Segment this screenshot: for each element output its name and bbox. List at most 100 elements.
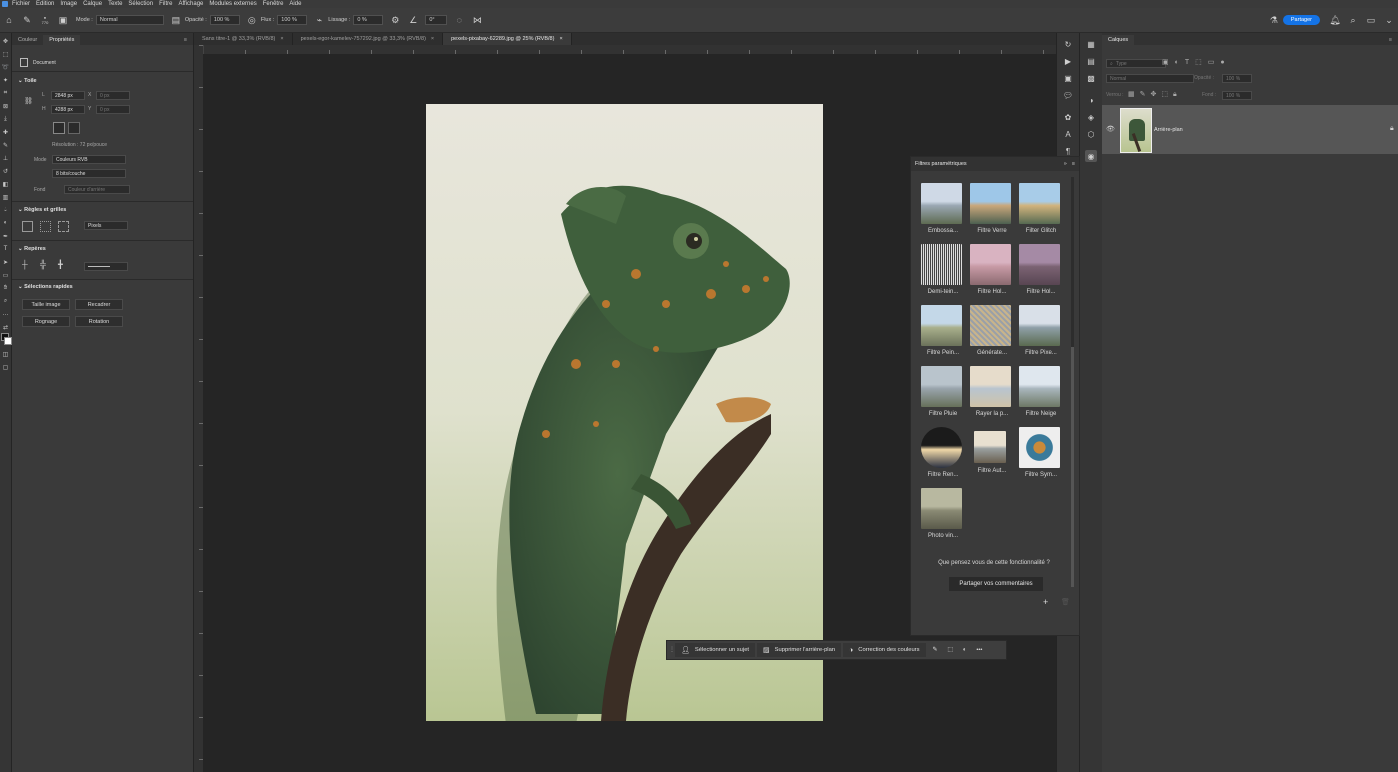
menu-help[interactable]: Aide xyxy=(289,1,301,7)
symmetry-icon[interactable]: ⋈ xyxy=(472,15,482,25)
path-select-icon[interactable]: ➤ xyxy=(0,257,11,267)
neural-filter-item[interactable]: Filtre Aut... xyxy=(970,427,1014,474)
guide-style-select[interactable] xyxy=(84,262,128,271)
character-icon[interactable]: A xyxy=(1062,128,1074,140)
grid-icon[interactable] xyxy=(40,221,51,232)
neural-filter-item[interactable]: Filtre Neige xyxy=(1019,366,1063,417)
airbrush-icon[interactable]: ⌁ xyxy=(314,15,324,25)
pressure-opacity-icon[interactable]: ◎ xyxy=(247,15,257,25)
color-correction-button[interactable]: ◑ Correction des couleurs xyxy=(843,643,926,657)
neural-filter-item[interactable]: Filtre Hol... xyxy=(1019,244,1063,295)
image-size-button[interactable]: Taille image xyxy=(22,299,70,310)
swatches-icon[interactable]: ▦ xyxy=(1085,38,1097,50)
neural-filter-item[interactable]: Embossa... xyxy=(921,183,965,234)
select-subject-button[interactable]: 👤︎ Sélectionner un sujet xyxy=(675,643,756,657)
marquee-tool-icon[interactable]: ⬚ xyxy=(0,49,11,59)
quick-mask-icon[interactable]: ◫ xyxy=(0,349,11,359)
layer-filter-icons[interactable]: ▣◐T⬚▭● xyxy=(1162,58,1231,66)
brush-settings-icon[interactable]: ▣ xyxy=(58,15,68,25)
scrollbar[interactable] xyxy=(1071,177,1074,587)
neural-filter-item[interactable]: Rayer la p... xyxy=(970,366,1014,417)
neural-filter-item[interactable]: Filtre Pixe... xyxy=(1019,305,1063,356)
neural-filter-item[interactable]: Demi-tein... xyxy=(921,244,965,295)
opacity-field[interactable]: 100 % xyxy=(209,15,240,25)
neural-filter-item[interactable]: Filtre Pein... xyxy=(921,305,965,356)
adjustments-icon[interactable]: ◑ xyxy=(1085,94,1097,106)
mask-icon[interactable]: ◐ xyxy=(963,647,967,653)
screen-mode-icon[interactable]: ▢ xyxy=(0,362,11,372)
selection-icon[interactable]: ⬚ xyxy=(947,647,952,653)
height-field[interactable]: 4288 px xyxy=(51,105,85,114)
pressure-size-icon[interactable]: ◌ xyxy=(454,15,464,25)
menu-filter[interactable]: Filtre xyxy=(159,1,172,7)
flask-icon[interactable]: ⚗ xyxy=(1269,15,1279,25)
panel-menu-icon[interactable]: ≡ xyxy=(1383,35,1398,45)
background-color[interactable] xyxy=(4,337,12,345)
blur-icon[interactable]: 💧︎ xyxy=(0,205,11,215)
neural-filters-icon[interactable]: ◉ xyxy=(1085,150,1097,162)
swap-colors-icon[interactable]: ⇄ xyxy=(0,322,11,332)
menu-image[interactable]: Image xyxy=(60,1,77,7)
history-brush-icon[interactable]: ↺ xyxy=(0,166,11,176)
brush-icon[interactable]: ✎ xyxy=(933,647,938,653)
remove-background-button[interactable]: ▨ Supprimer l'arrière-plan xyxy=(757,643,842,657)
menu-select[interactable]: Sélection xyxy=(128,1,153,7)
neural-filter-item[interactable]: Filtre Verre xyxy=(970,183,1014,234)
ruler-icon[interactable] xyxy=(22,221,33,232)
close-icon[interactable]: × xyxy=(559,36,562,42)
lasso-tool-icon[interactable]: ➰ xyxy=(0,62,11,72)
width-field[interactable]: 2848 px xyxy=(51,91,85,100)
trim-button[interactable]: Rognage xyxy=(22,316,70,327)
layer-search-input[interactable]: ⌕ Type xyxy=(1106,59,1166,68)
guides-icon[interactable]: ┼ xyxy=(22,260,28,269)
menu-view[interactable]: Affichage xyxy=(178,1,203,7)
neural-filter-item[interactable]: Filtre Hol... xyxy=(970,244,1014,295)
healing-brush-icon[interactable]: ✚ xyxy=(0,127,11,137)
neural-filter-item[interactable]: Filtre Sym... xyxy=(1019,427,1063,478)
tab-properties[interactable]: Propriétés xyxy=(43,35,81,45)
chevron-down-icon[interactable]: ⌄ xyxy=(1384,15,1394,25)
fill-field[interactable]: 100 % xyxy=(1222,91,1252,100)
stamp-tool-icon[interactable]: ⊥ xyxy=(0,153,11,163)
document-image[interactable] xyxy=(426,104,823,721)
brush-tool-icon[interactable]: ✎ xyxy=(0,140,11,150)
doc-tab-3[interactable]: pexels-pixabay-62289.jpg @ 25% (RVB/8) × xyxy=(443,33,572,45)
neural-filter-item[interactable]: Générate... xyxy=(970,305,1014,356)
flow-field[interactable]: 100 % xyxy=(277,15,308,25)
more-tools-icon[interactable]: … xyxy=(0,309,11,319)
eraser-icon[interactable]: ◧ xyxy=(0,179,11,189)
app-logo-icon[interactable] xyxy=(2,1,8,7)
gradients-icon[interactable]: ▤ xyxy=(1085,55,1097,67)
shape-tool-icon[interactable]: ▭ xyxy=(0,270,11,280)
crop-button[interactable]: Recadrer xyxy=(75,299,123,310)
share-button[interactable]: Partager xyxy=(1282,15,1320,25)
neural-filter-item[interactable]: Filtre Ren... xyxy=(921,427,965,478)
workspace-icon[interactable]: ▭ xyxy=(1366,15,1376,25)
patterns-icon[interactable]: ▩ xyxy=(1085,72,1097,84)
brush-preset-icon[interactable]: ● 770 xyxy=(40,15,50,25)
panel-menu-icon[interactable]: ≡ xyxy=(178,35,193,45)
comments-icon[interactable]: 💬︎ xyxy=(1062,89,1074,101)
tab-layers[interactable]: Calques xyxy=(1102,35,1135,45)
portrait-orientation-icon[interactable] xyxy=(53,122,65,134)
smoothing-field[interactable]: 0 % xyxy=(353,15,384,25)
y-field[interactable]: 0 px xyxy=(96,105,130,114)
add-icon[interactable]: + xyxy=(1043,597,1048,607)
menu-file[interactable]: Fichier xyxy=(12,1,30,7)
fill-select[interactable]: Couleur d'arrière xyxy=(64,185,130,194)
menu-layer[interactable]: Calque xyxy=(83,1,102,7)
x-field[interactable]: 0 px xyxy=(96,91,130,100)
crop-tool-icon[interactable]: ⌗ xyxy=(0,88,11,98)
more-options-icon[interactable]: ••• xyxy=(976,647,982,653)
color-mode-select[interactable]: Couleurs RVB xyxy=(52,155,126,164)
hand-tool-icon[interactable]: ✋︎ xyxy=(0,283,11,293)
link-icon[interactable]: ⛓︎ xyxy=(24,97,33,105)
gradient-icon[interactable]: ▥ xyxy=(0,192,11,202)
brush-panel-icon[interactable]: ▤ xyxy=(171,15,181,25)
eyedropper-icon[interactable]: ⤓ xyxy=(0,114,11,124)
libraries-icon[interactable]: ▣ xyxy=(1062,72,1074,84)
gear-icon[interactable]: ⚙ xyxy=(390,15,400,25)
angle-field[interactable]: 0° xyxy=(425,15,448,25)
pen-tool-icon[interactable]: ✒ xyxy=(0,231,11,241)
dodge-icon[interactable]: ◐ xyxy=(0,218,11,228)
